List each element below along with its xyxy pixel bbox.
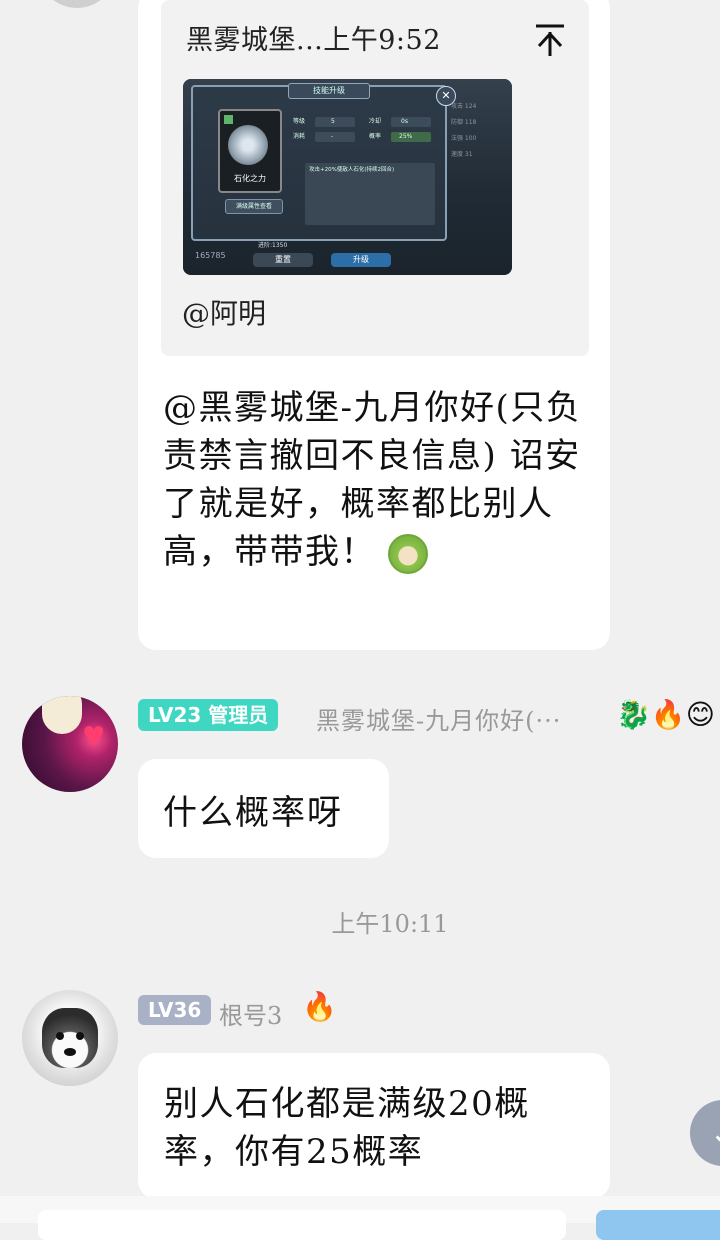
avatar[interactable] — [38, 0, 116, 8]
reset-button: 重置 — [253, 253, 313, 267]
attribute-list: 攻击 124 防御 118 法强 100 速度 31 — [451, 103, 477, 158]
message-text: 什么概率呀 — [163, 793, 343, 833]
sender-name[interactable]: 根号3 — [219, 996, 282, 1031]
skill-description: 攻击+20%使敌人石化(持续2回合) — [309, 167, 395, 173]
panel-header: 技能升级 — [288, 83, 370, 99]
skill-card: 石化之力 — [218, 109, 282, 193]
stat-label: 冷却 — [369, 118, 382, 125]
upgrade-cost: 进阶:1350 — [258, 242, 288, 249]
max-attr-button: 满级属性查看 — [225, 199, 283, 214]
upgrade-button: 升级 — [331, 253, 391, 267]
stat-label: 消耗 — [293, 133, 306, 140]
message-text: @黑雾城堡-九月你好(只负责禁言撤回不良信息) 诏安了就是好，概率都比别人高，带… — [163, 384, 595, 576]
skill-emblem-icon — [228, 125, 268, 165]
avatar[interactable] — [22, 990, 118, 1086]
user-tag-icons: 🐉🔥😊 — [616, 698, 715, 731]
chevron-down-icon[interactable]: ⌄ — [690, 1100, 720, 1166]
stat-label: 等级 — [293, 118, 306, 125]
heart-icon: ♥ — [82, 722, 106, 752]
stat-value: 25% — [399, 133, 413, 140]
message-input[interactable] — [38, 1210, 566, 1240]
dog-face-emoji-icon — [388, 534, 429, 574]
eye — [76, 1032, 84, 1040]
husky-face — [42, 1008, 98, 1068]
game-screenshot-image[interactable]: 技能升级 ✕ 石化之力 满级属性查看 等级 5 冷却 0s 消耗 - 概率 25… — [183, 79, 512, 275]
sender-name[interactable]: 黑雾城堡-九月你好(··· — [316, 701, 561, 736]
quoted-message-title: 黑雾城堡...上午9:52 — [186, 25, 441, 56]
avatar-decoration — [42, 696, 82, 734]
stat-box — [315, 132, 355, 142]
pin-top-icon[interactable] — [532, 22, 568, 58]
eye — [56, 1032, 64, 1040]
nose — [64, 1048, 76, 1056]
fire-icon: 🔥 — [302, 990, 337, 1023]
stat-value: - — [331, 133, 334, 140]
skill-upgrade-panel: 技能升级 ✕ 石化之力 满级属性查看 等级 5 冷却 0s 消耗 - 概率 25… — [191, 83, 456, 241]
message-text: 别人石化都是满级20概率，你有25概率 — [164, 1084, 530, 1172]
stat-label: 概率 — [369, 133, 382, 140]
power-value: 165785 — [195, 251, 226, 260]
quoted-mention: @阿明 — [182, 297, 267, 330]
send-button[interactable] — [596, 1210, 720, 1240]
stat-value: 5 — [331, 118, 335, 125]
stat-box — [315, 117, 355, 127]
level-badge: LV23 管理员 — [138, 699, 279, 731]
skill-name: 石化之力 — [234, 174, 266, 183]
message-text-content: @黑雾城堡-九月你好(只负责禁言撤回不良信息) 诏安了就是好，概率都比别人高，带… — [163, 388, 582, 572]
avatar[interactable]: ♥ — [22, 696, 118, 792]
timestamp: 上午10:11 — [331, 910, 449, 938]
stat-value: 0s — [401, 118, 408, 125]
skill-badge-icon — [224, 115, 233, 124]
stat-box — [391, 117, 431, 127]
level-badge: LV36 — [138, 995, 212, 1025]
